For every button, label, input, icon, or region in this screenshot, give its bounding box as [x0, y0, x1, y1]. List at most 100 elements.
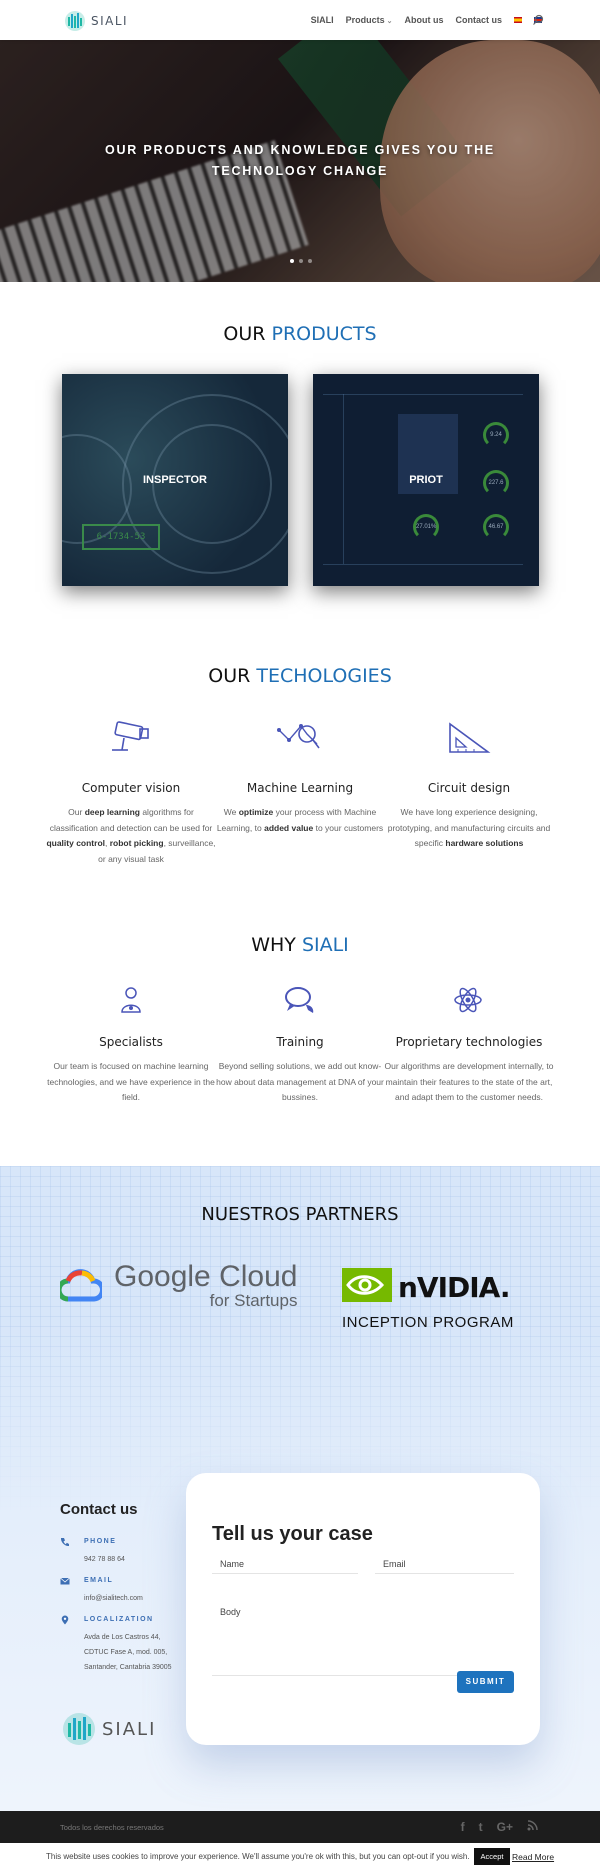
cookie-message: This website uses cookies to improve you…: [46, 1852, 470, 1861]
footer-siali-logo[interactable]: SIALI: [62, 1712, 156, 1746]
rss-icon[interactable]: [527, 1820, 538, 1834]
priot-gauge: 46.67: [483, 514, 509, 540]
text-part: Our: [68, 807, 85, 817]
products-title-b: PRODUCTS: [271, 323, 377, 345]
why-title: WHY SIALI: [0, 934, 600, 956]
nav-products-label: Products: [345, 15, 385, 25]
products-title: OUR PRODUCTS: [0, 323, 600, 345]
slider-dot[interactable]: [308, 259, 312, 263]
tech-computer-vision: Computer vision Our deep learning algori…: [46, 781, 216, 867]
nvidia-eye-icon: [342, 1268, 392, 1302]
submit-button[interactable]: SUBMIT: [457, 1671, 514, 1693]
phone-label: PHONE: [84, 1538, 117, 1545]
pcb-trace: [323, 394, 523, 395]
why-item-text: Our team is focused on machine learning …: [47, 1061, 215, 1102]
product-card-priot[interactable]: 9.24 227.6 27.01% 46.67 PRIOT: [313, 374, 539, 586]
text-bold: hardware solutions: [445, 838, 524, 848]
nav-products[interactable]: Products ⌄: [346, 15, 393, 25]
spanish-flag-icon[interactable]: [514, 17, 522, 23]
envelope-icon: [60, 1577, 70, 1585]
name-field[interactable]: Name: [212, 1555, 358, 1574]
text-bold: quality control: [46, 838, 105, 848]
text-bold: deep learning: [84, 807, 140, 817]
logo-waveform-icon: [63, 1713, 95, 1745]
phone-value[interactable]: 942 78 88 64: [84, 1552, 174, 1567]
inception-program-text: INCEPTION PROGRAM: [342, 1314, 514, 1331]
address-value: Avda de Los Castros 44, CDTUC Fase A, mo…: [84, 1634, 172, 1671]
text-bold: optimize: [238, 807, 274, 817]
nav-siali[interactable]: SIALI: [311, 15, 334, 25]
nav-contact[interactable]: Contact us: [455, 15, 502, 25]
cookie-read-more-link[interactable]: Read More: [512, 1852, 554, 1862]
tech-description: We have long experience designing, proto…: [384, 805, 554, 852]
google-cloud-logo[interactable]: Google Cloud for Startups: [60, 1262, 297, 1309]
location-label: LOCALIZATION: [84, 1616, 154, 1623]
main-nav: SIALI Products ⌄ About us Contact us: [311, 0, 542, 40]
products-title-a: OUR: [223, 323, 266, 345]
google-cloud-line1: Google Cloud: [114, 1260, 298, 1293]
page: SIALI SIALI Products ⌄ About us Contact u…: [0, 0, 600, 1870]
why-item-title: Training: [276, 1035, 324, 1049]
rss-glyph: [527, 1820, 538, 1831]
text-part: We: [223, 807, 239, 817]
why-title-b: SIALI: [301, 934, 349, 956]
facebook-icon[interactable]: f: [461, 1820, 465, 1834]
twitter-icon[interactable]: t: [479, 1820, 483, 1834]
nvidia-inception-logo[interactable]: nVIDIA. INCEPTION PROGRAM: [342, 1268, 513, 1331]
slider-dots: [290, 259, 312, 263]
google-cloud-icon: [60, 1268, 102, 1301]
email-value[interactable]: info@sialitech.com: [84, 1591, 174, 1606]
logo-waveform-icon: [65, 11, 85, 31]
contact-title: Contact us: [60, 1501, 138, 1518]
cookie-accept-button[interactable]: Accept: [474, 1848, 510, 1865]
nvidia-wordmark: nVIDIA.: [398, 1271, 511, 1304]
contact-form-card: Tell us your case Name Email Body SUBMIT: [186, 1473, 540, 1745]
atom-icon: [454, 987, 482, 1013]
social-links: f t G+: [461, 1820, 538, 1834]
technologies-title-b: TECHOLOGIES: [256, 665, 392, 687]
specialist-icon: [121, 987, 141, 1013]
google-cloud-text: Google Cloud for Startups: [114, 1260, 298, 1310]
search-icon[interactable]: [532, 14, 544, 26]
google-plus-icon[interactable]: G+: [497, 1820, 513, 1834]
google-cloud-line2: for Startups: [209, 1291, 298, 1310]
siali-logo[interactable]: SIALI: [64, 10, 128, 32]
tech-title: Circuit design: [427, 781, 511, 795]
priot-gauge: 27.01%: [413, 514, 439, 540]
set-square-icon: [449, 722, 491, 753]
logo-text: SIALI: [91, 14, 129, 28]
technologies-title: OUR TECHOLOGIES: [0, 665, 600, 687]
product-card-label: INSPECTOR: [143, 474, 207, 486]
nav-about[interactable]: About us: [404, 15, 443, 25]
tech-machine-learning: Machine Learning We optimize your proces…: [215, 781, 385, 836]
chevron-down-icon: ⌄: [386, 18, 393, 25]
site-header: SIALI SIALI Products ⌄ About us Contact u…: [0, 0, 600, 40]
why-proprietary: Proprietary technologies Our algorithms …: [384, 1035, 554, 1106]
why-item-title: Specialists: [99, 1035, 163, 1049]
slider-dot[interactable]: [299, 259, 303, 263]
map-pin-icon: [61, 1615, 69, 1625]
why-specialists: Specialists Our team is focused on machi…: [46, 1035, 216, 1106]
priot-gauge: 9.24: [483, 422, 509, 448]
footer-logo-text: SIALI: [102, 1718, 157, 1740]
text-bold: added value: [264, 822, 314, 833]
product-card-inspector[interactable]: 6-1734-53 INSPECTOR: [62, 374, 288, 586]
inspector-readout: 6-1734-53: [82, 524, 160, 550]
hero-title: OUR PRODUCTS AND KNOWLEDGE GIVES YOU THE…: [104, 143, 496, 178]
cctv-camera-icon: [112, 721, 149, 751]
technologies-title-a: OUR: [208, 665, 251, 687]
why-item-text: Beyond selling solutions, we add out kno…: [216, 1061, 384, 1102]
form-title: Tell us your case: [212, 1523, 373, 1545]
copyright-text: Todos los derechos reservados: [60, 1823, 164, 1832]
product-card-label: PRIOT: [409, 474, 443, 486]
email-field[interactable]: Email: [375, 1555, 514, 1574]
tech-description: Our deep learning algorithms for classif…: [46, 805, 216, 867]
email-label: EMAIL: [84, 1577, 114, 1584]
why-title-a: WHY: [251, 934, 296, 956]
body-textarea[interactable]: Body: [212, 1601, 514, 1676]
partners-title: NUESTROS PARTNERS: [201, 1204, 399, 1225]
tech-circuit-design: Circuit design We have long experience d…: [384, 781, 554, 852]
cookie-banner: This website uses cookies to improve you…: [0, 1843, 600, 1870]
slider-dot[interactable]: [290, 259, 294, 263]
tech-title: Computer vision: [81, 781, 181, 795]
